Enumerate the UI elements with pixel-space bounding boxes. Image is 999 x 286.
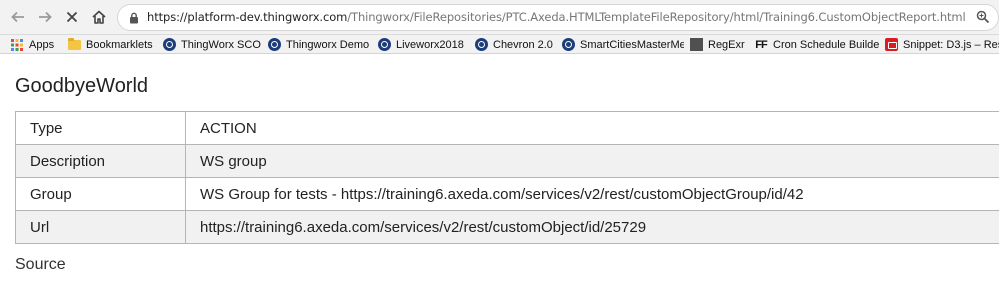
properties-table: Type ACTION Description WS group Group W… xyxy=(15,111,999,244)
home-button[interactable] xyxy=(88,6,110,28)
thingworx-icon xyxy=(561,38,575,52)
ff-icon: FF xyxy=(755,38,767,51)
row-key-url: Url xyxy=(15,210,186,244)
folder-icon xyxy=(67,37,81,52)
bookmark-label: SmartCitiesMasterMe xyxy=(580,38,684,51)
thingworx-icon xyxy=(267,38,281,52)
url-path: /Thingworx/FileRepositories/PTC.Axeda.HT… xyxy=(347,10,966,24)
close-icon xyxy=(66,11,78,23)
zoom-icon[interactable] xyxy=(976,10,990,24)
stop-button[interactable] xyxy=(61,6,83,28)
forward-button[interactable] xyxy=(34,6,56,28)
row-value-type: ACTION xyxy=(185,111,999,145)
bookmark-regexr[interactable]: RegExr xyxy=(689,36,745,53)
home-icon xyxy=(92,10,106,24)
row-key-type: Type xyxy=(15,111,186,145)
regexr-icon xyxy=(689,38,703,52)
bookmark-label: RegExr xyxy=(708,38,745,51)
url-host: https://platform-dev.thingworx.com xyxy=(147,10,348,24)
row-value-url: https://training6.axeda.com/services/v2/… xyxy=(185,210,999,244)
arrow-right-icon xyxy=(39,11,52,23)
thingworx-icon xyxy=(377,38,391,52)
row-key-group: Group xyxy=(15,177,186,211)
bookmark-liveworx2018[interactable]: Liveworx2018 xyxy=(377,36,464,53)
snippet-icon xyxy=(884,38,898,52)
table-row: Type ACTION xyxy=(15,111,999,145)
bookmark-smartcities[interactable]: SmartCitiesMasterMe xyxy=(561,36,684,53)
bookmark-label: Snippet: D3.js – Resp xyxy=(903,38,999,51)
bookmark-label: Liveworx2018 xyxy=(396,38,464,51)
browser-toolbar: https://platform-dev.thingworx.com/Thing… xyxy=(0,0,999,35)
table-row: Url https://training6.axeda.com/services… xyxy=(15,210,999,244)
row-value-group: WS Group for tests - https://training6.a… xyxy=(185,177,999,211)
bookmark-cron[interactable]: FF Cron Schedule Builde xyxy=(754,36,883,53)
bookmark-label: Thingworx Demo xyxy=(286,38,370,51)
url-text: https://platform-dev.thingworx.com/Thing… xyxy=(147,10,966,24)
table-row: Description WS group xyxy=(15,144,999,178)
bookmark-bookmarklets[interactable]: Bookmarklets xyxy=(67,36,153,53)
bookmark-label: Cron Schedule Builde xyxy=(773,38,880,51)
bookmark-apps[interactable]: Apps xyxy=(10,36,54,53)
lock-icon xyxy=(130,12,138,24)
thingworx-icon xyxy=(162,38,176,52)
bookmark-label: Apps xyxy=(29,38,55,51)
source-heading: Source xyxy=(15,256,66,273)
bookmark-snippet[interactable]: Snippet: D3.js – Resp xyxy=(884,36,999,53)
row-key-description: Description xyxy=(15,144,186,178)
bookmark-thingworx-demo[interactable]: Thingworx Demo xyxy=(267,36,369,53)
bookmark-thingworx-sco[interactable]: ThingWorx SCO xyxy=(162,36,261,53)
row-value-description: WS group xyxy=(185,144,999,178)
address-bar[interactable]: https://platform-dev.thingworx.com/Thing… xyxy=(117,4,999,31)
back-button[interactable] xyxy=(7,6,29,28)
thingworx-icon xyxy=(474,38,488,52)
page-title: GoodbyeWorld xyxy=(15,75,149,97)
apps-grid-icon xyxy=(10,38,24,52)
table-row: Group WS Group for tests - https://train… xyxy=(15,177,999,211)
bookmarks-bar: Apps Bookmarklets ThingWorx SCO Thingwor… xyxy=(0,35,999,54)
bookmark-label: ThingWorx SCO xyxy=(181,38,261,51)
bookmark-label: Bookmarklets xyxy=(86,38,153,51)
arrow-left-icon xyxy=(11,11,24,23)
bookmark-chevron[interactable]: Chevron 2.0 xyxy=(474,36,553,53)
bookmark-label: Chevron 2.0 xyxy=(493,38,553,51)
